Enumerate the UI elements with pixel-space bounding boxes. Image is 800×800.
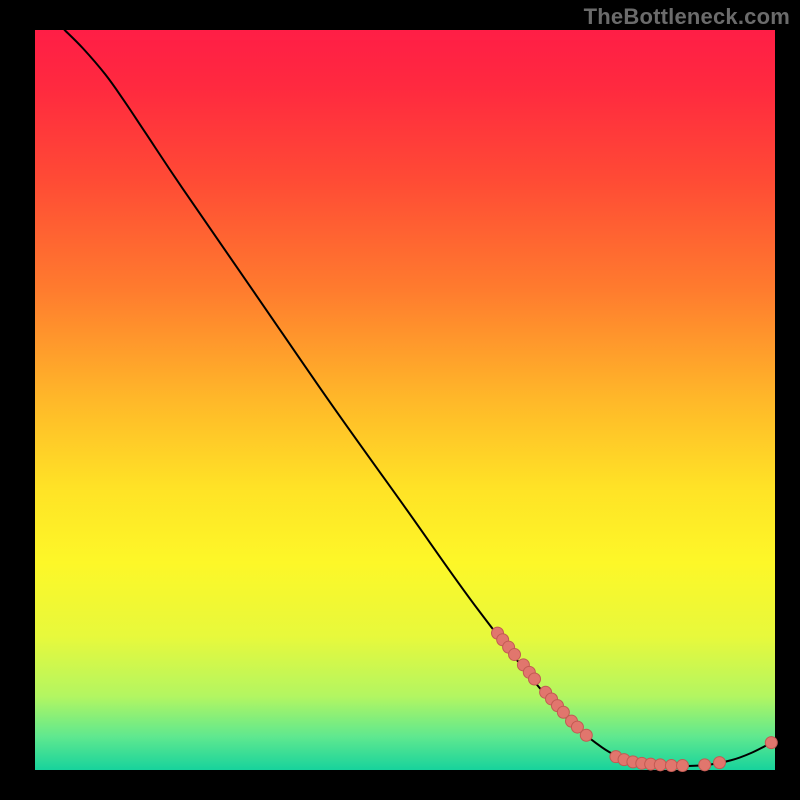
data-point [677,760,689,772]
data-point [765,737,777,749]
plot-background [35,30,775,770]
watermark-text: TheBottleneck.com [584,4,790,30]
data-point [509,649,521,661]
data-point [654,759,666,771]
chart-frame: { "watermark": "TheBottleneck.com", "plo… [0,0,800,800]
data-point [665,760,677,772]
data-point [580,729,592,741]
data-point [699,759,711,771]
bottleneck-chart [0,0,800,800]
data-point [714,757,726,769]
data-point [529,673,541,685]
